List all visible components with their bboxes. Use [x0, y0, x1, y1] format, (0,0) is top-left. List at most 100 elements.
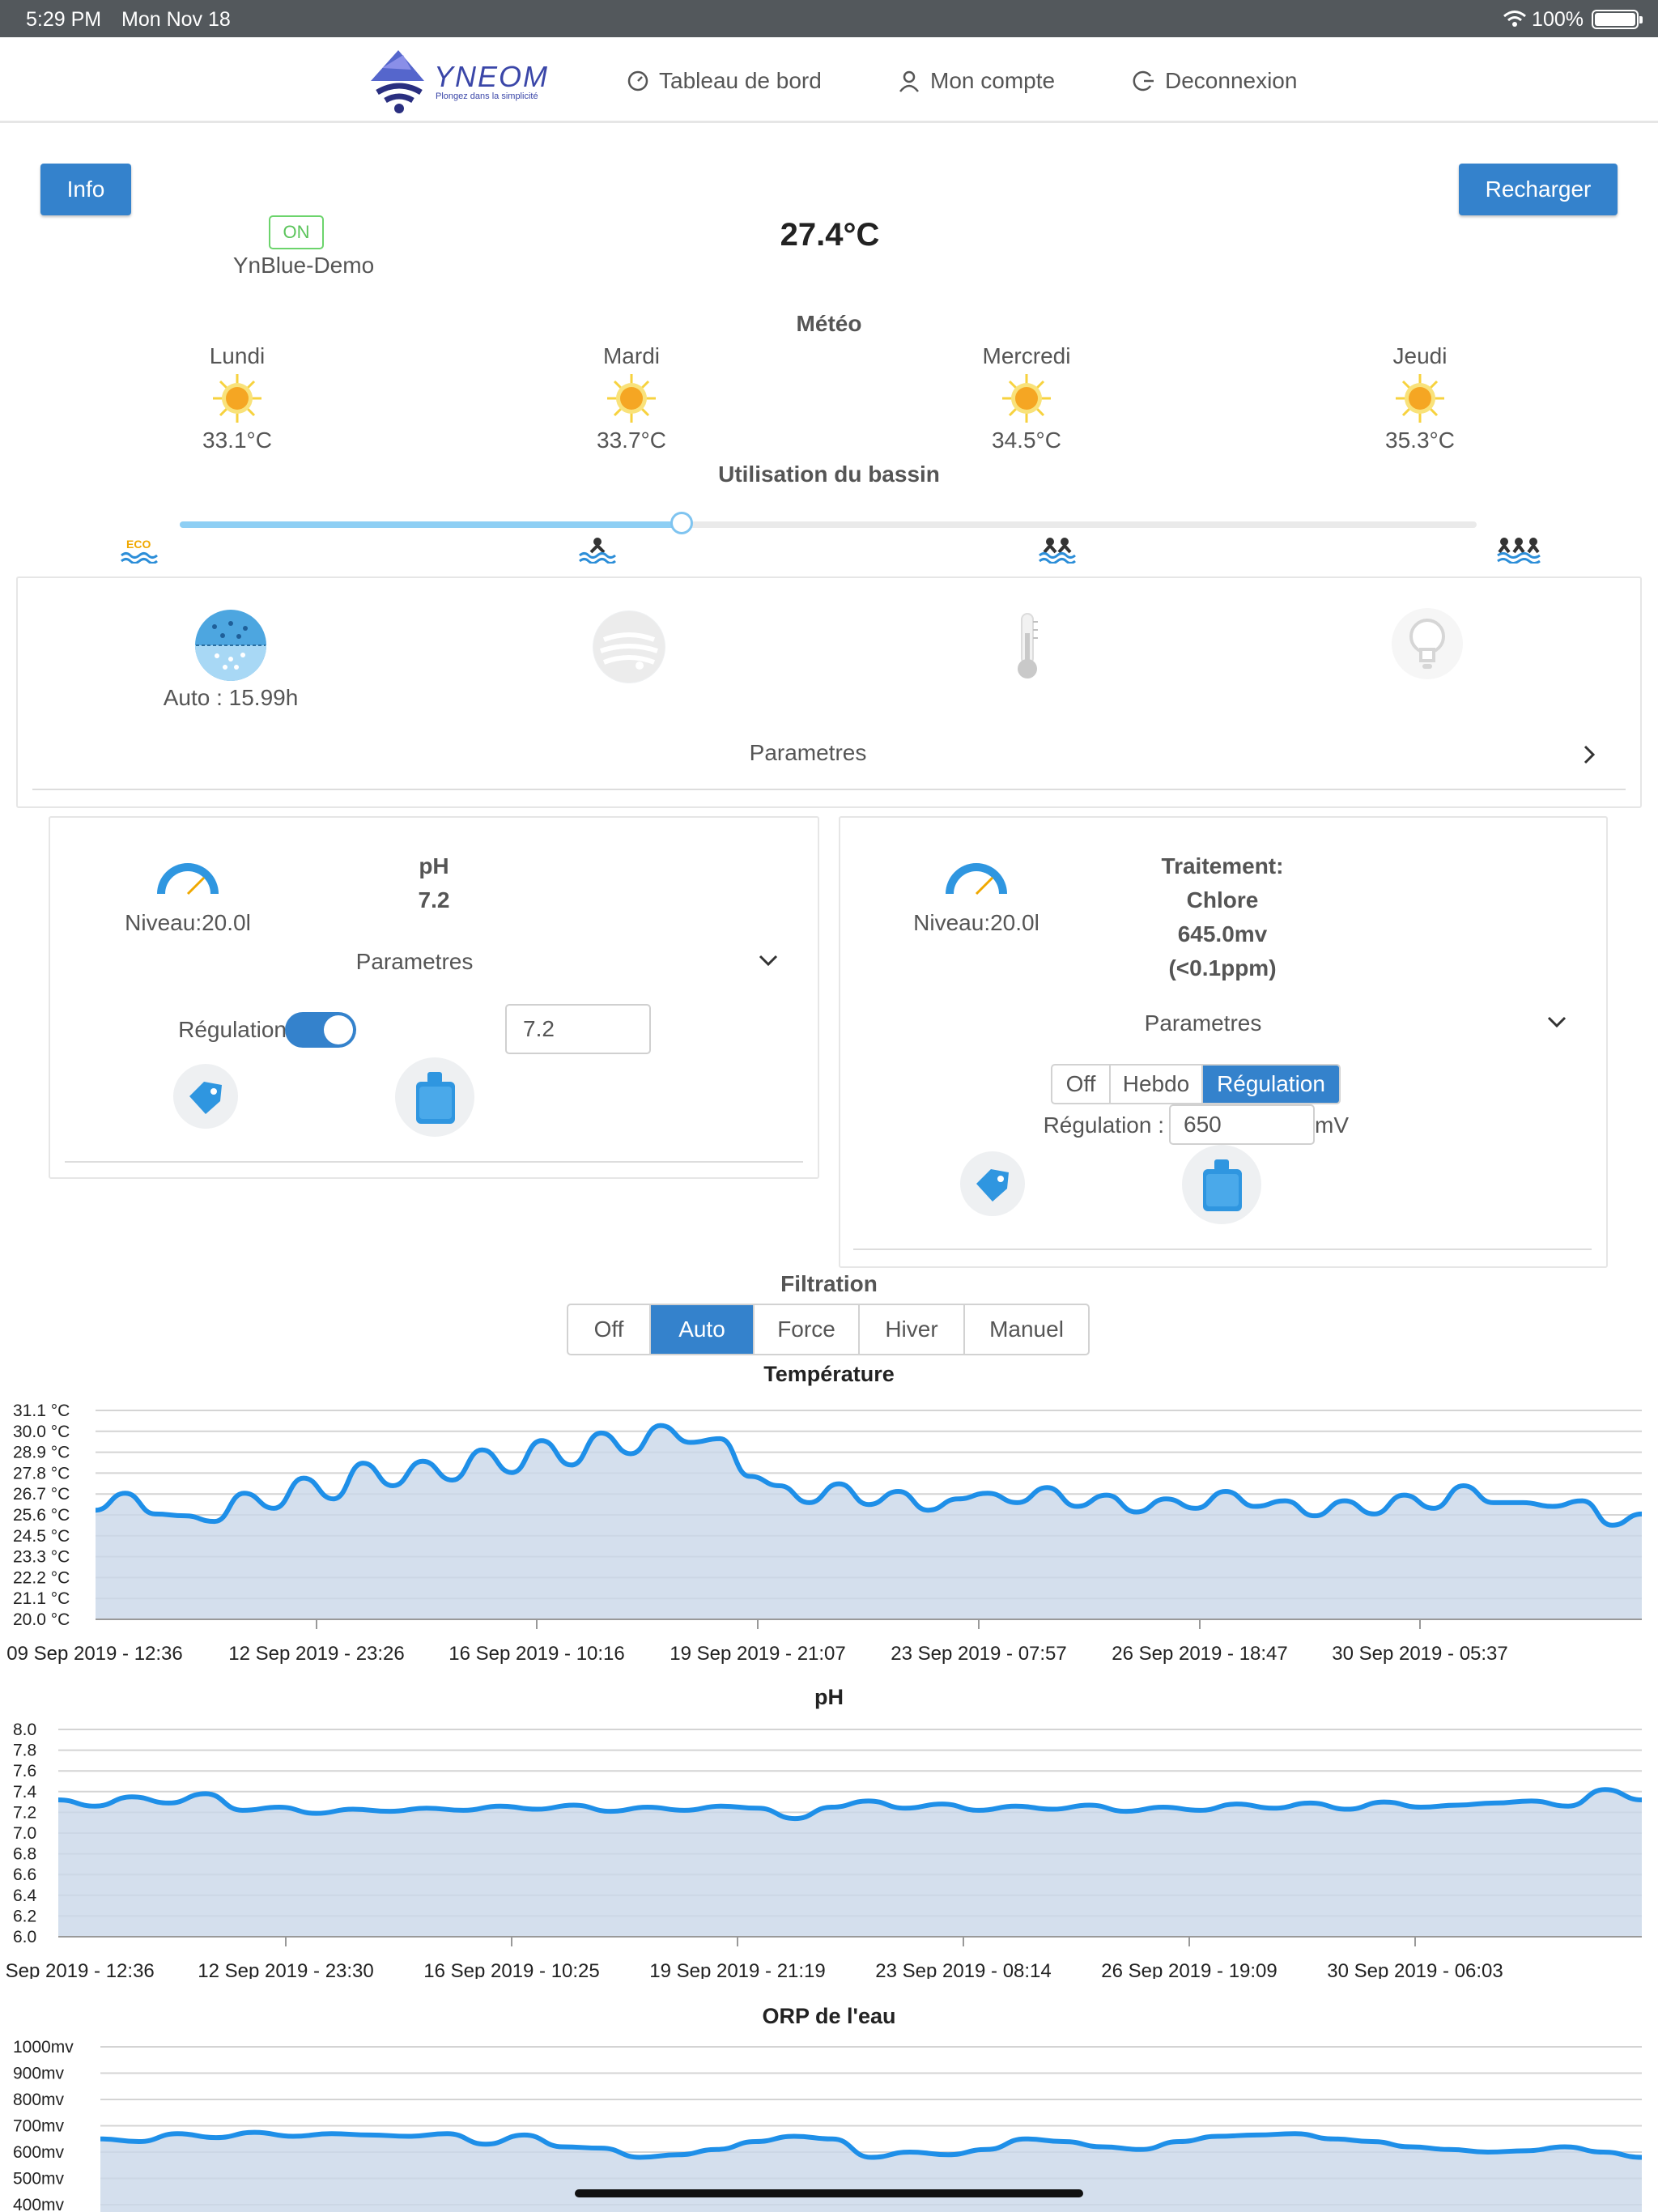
- chlore-tank-icon[interactable]: [1182, 1145, 1261, 1224]
- chlore-ppm: (<0.1ppm): [1168, 955, 1277, 981]
- reload-button[interactable]: Recharger: [1459, 164, 1618, 215]
- weather-day-temp: 35.3°C: [1385, 428, 1455, 453]
- chlore-setpoint-unit: mV: [1315, 1112, 1349, 1138]
- top-navbar: YNEOM Plongez dans la simplicité Tableau…: [0, 37, 1658, 123]
- two-swimmers-icon[interactable]: [1038, 536, 1077, 568]
- usage-slider-thumb[interactable]: [670, 512, 693, 534]
- lightbulb-icon[interactable]: [1391, 607, 1464, 680]
- three-swimmers-icon[interactable]: [1496, 536, 1541, 568]
- filtration-rain-icon[interactable]: [194, 609, 267, 682]
- battery-icon: [1592, 10, 1643, 29]
- chlore-mode-hebdo[interactable]: Hebdo: [1111, 1066, 1203, 1103]
- ph-value: 7.2: [418, 887, 450, 912]
- logout-icon: [1133, 70, 1154, 91]
- y-tick-label: 7.6: [13, 1762, 36, 1780]
- x-tick-label: 19 Sep 2019 - 21:07: [670, 1643, 846, 1665]
- ph-gauge-icon: [154, 844, 222, 904]
- weather-day-name: Jeudi: [1392, 343, 1448, 368]
- chlore-mode-off[interactable]: Off: [1052, 1066, 1111, 1103]
- filtration-title: Filtration: [780, 1271, 878, 1296]
- user-icon: [899, 70, 919, 92]
- ph-chart: pH 8.0 7.8 7.6 7.47.2 7.0 6.86.6 6.4 6.2 6.0 09 Se…: [0, 1685, 1643, 1979]
- series-area: [100, 2132, 1642, 2212]
- ph-setpoint-input[interactable]: 7.2: [505, 1004, 651, 1054]
- filtration-mode-selector: Off Auto Force Hiver Manuel: [567, 1304, 1090, 1355]
- y-tick-label: 7.8: [13, 1742, 36, 1760]
- y-tick-label: 6.6: [13, 1865, 36, 1884]
- nav-deconnexion[interactable]: Deconnexion: [1133, 68, 1297, 94]
- meteo-title: Météo: [796, 311, 862, 336]
- nav-tableau-de-bord[interactable]: Tableau de bord: [627, 68, 822, 94]
- ph-regulation-toggle[interactable]: [285, 1012, 356, 1048]
- filtration-mode-hiver[interactable]: Hiver: [860, 1305, 965, 1354]
- logo-icon: [371, 50, 424, 113]
- y-tick-label: 27.8 °C: [13, 1464, 70, 1482]
- x-tick-label: 09 Sep 2019 - 12:36: [6, 1643, 183, 1665]
- nav-mon-compte[interactable]: Mon compte: [899, 68, 1055, 94]
- thermometer-icon[interactable]: [991, 609, 1064, 682]
- y-tick-label: 800mv: [13, 2091, 65, 2109]
- chlore-title: Traitement:: [1161, 853, 1284, 878]
- brand-name: YNEOM: [434, 60, 550, 93]
- x-tick-label: 30 Sep 2019 - 05:37: [1332, 1643, 1508, 1665]
- status-badge: ON: [269, 215, 324, 249]
- sun-icon: [213, 374, 261, 423]
- eco-label: ECO: [126, 538, 151, 551]
- y-tick-label: 21.1 °C: [13, 1589, 70, 1608]
- y-tick-label: 31.1 °C: [13, 1402, 70, 1420]
- y-tick-label: 6.2: [13, 1907, 36, 1925]
- x-tick-label: 12 Sep 2019 - 23:30: [198, 1960, 374, 1979]
- x-tick-label: 09 Sep 2019 - 12:36: [0, 1960, 155, 1979]
- filtration-mode-auto[interactable]: Auto: [651, 1305, 755, 1354]
- dosing-tag-icon[interactable]: [960, 1151, 1025, 1216]
- one-swimmer-icon[interactable]: [578, 536, 617, 568]
- info-button[interactable]: Info: [40, 164, 131, 215]
- y-tick-label: 24.5 °C: [13, 1527, 70, 1546]
- weather-day-jeudi: Jeudi 35.3°C: [1347, 343, 1493, 453]
- equipment-params-label[interactable]: Parametres: [687, 740, 929, 766]
- y-tick-label: 400mv: [13, 2196, 65, 2212]
- eco-mode-icon[interactable]: ECO: [120, 536, 159, 568]
- chart-title: ORP de l'eau: [763, 2004, 896, 2028]
- y-tick-label: 900mv: [13, 2065, 65, 2083]
- chevron-down-icon[interactable]: [1546, 1015, 1567, 1030]
- y-tick-label: 22.2 °C: [13, 1568, 70, 1587]
- weather-day-mercredi: Mercredi 34.5°C: [954, 343, 1099, 453]
- brand-tagline: Plongez dans la simplicité: [436, 91, 538, 101]
- x-tick-label: 16 Sep 2019 - 10:25: [423, 1960, 600, 1979]
- usage-slider[interactable]: [180, 512, 1477, 534]
- home-indicator[interactable]: [575, 2189, 1083, 2197]
- chlore-mv: 645.0mv: [1177, 921, 1268, 946]
- chevron-down-icon[interactable]: [758, 954, 779, 968]
- nav-label: Tableau de bord: [659, 68, 822, 93]
- brand-logo[interactable]: YNEOM Plongez dans la simplicité: [363, 45, 547, 118]
- chlore-params-label[interactable]: Parametres: [1082, 1010, 1324, 1036]
- weather-day-name: Lundi: [209, 343, 266, 368]
- heatpump-icon[interactable]: [593, 610, 665, 683]
- filtration-mode-force[interactable]: Force: [755, 1305, 860, 1354]
- ph-tank-icon[interactable]: [395, 1057, 474, 1137]
- dashboard-icon: [627, 70, 648, 91]
- dosing-tag-icon[interactable]: [173, 1064, 238, 1129]
- y-tick-label: 7.0: [13, 1824, 36, 1843]
- status-date: Mon Nov 18: [121, 8, 231, 31]
- weather-day-mardi: Mardi 33.7°C: [559, 343, 704, 453]
- ph-params-label[interactable]: Parametres: [293, 949, 536, 975]
- chlore-mode-regulation[interactable]: Régulation: [1203, 1066, 1339, 1103]
- chevron-right-icon[interactable]: [1580, 743, 1598, 766]
- ph-level: Niveau:20.0l: [125, 910, 251, 935]
- filtration-auto-value: Auto : 15.99h: [163, 685, 299, 710]
- weather-day-name: Mardi: [602, 343, 660, 368]
- weather-day-temp: 33.1°C: [202, 428, 272, 453]
- chlore-setpoint-input[interactable]: 650: [1169, 1104, 1315, 1145]
- chlore-product: Chlore: [1186, 887, 1259, 912]
- ph-regulation-label: Régulation: [178, 1017, 287, 1042]
- chart-title: pH: [814, 1685, 844, 1709]
- usage-title: Utilisation du bassin: [718, 462, 940, 487]
- equipment-divider: [32, 789, 1626, 790]
- weather-day-name: Mercredi: [982, 343, 1071, 368]
- filtration-mode-manuel[interactable]: Manuel: [965, 1305, 1088, 1354]
- filtration-mode-off[interactable]: Off: [568, 1305, 651, 1354]
- y-tick-label: 7.2: [13, 1803, 36, 1822]
- weather-day-temp: 34.5°C: [992, 428, 1061, 453]
